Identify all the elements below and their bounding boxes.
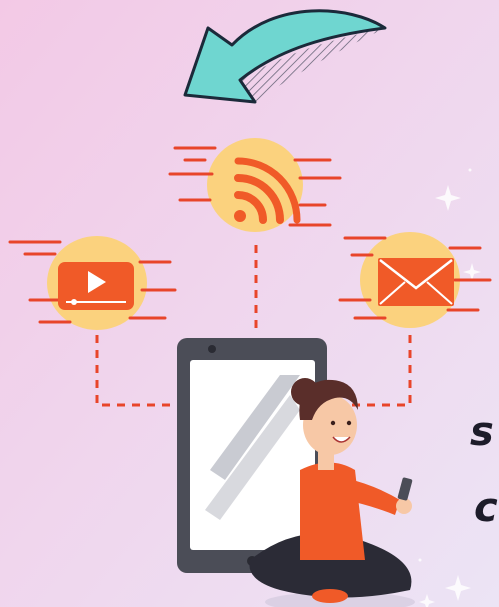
- mail-icon: [378, 258, 454, 306]
- cropped-text-line-1: s: [470, 409, 494, 455]
- cropped-text-line-2: c: [474, 485, 498, 531]
- illustration-canvas: [0, 0, 499, 607]
- youtube-play-icon: [58, 262, 134, 310]
